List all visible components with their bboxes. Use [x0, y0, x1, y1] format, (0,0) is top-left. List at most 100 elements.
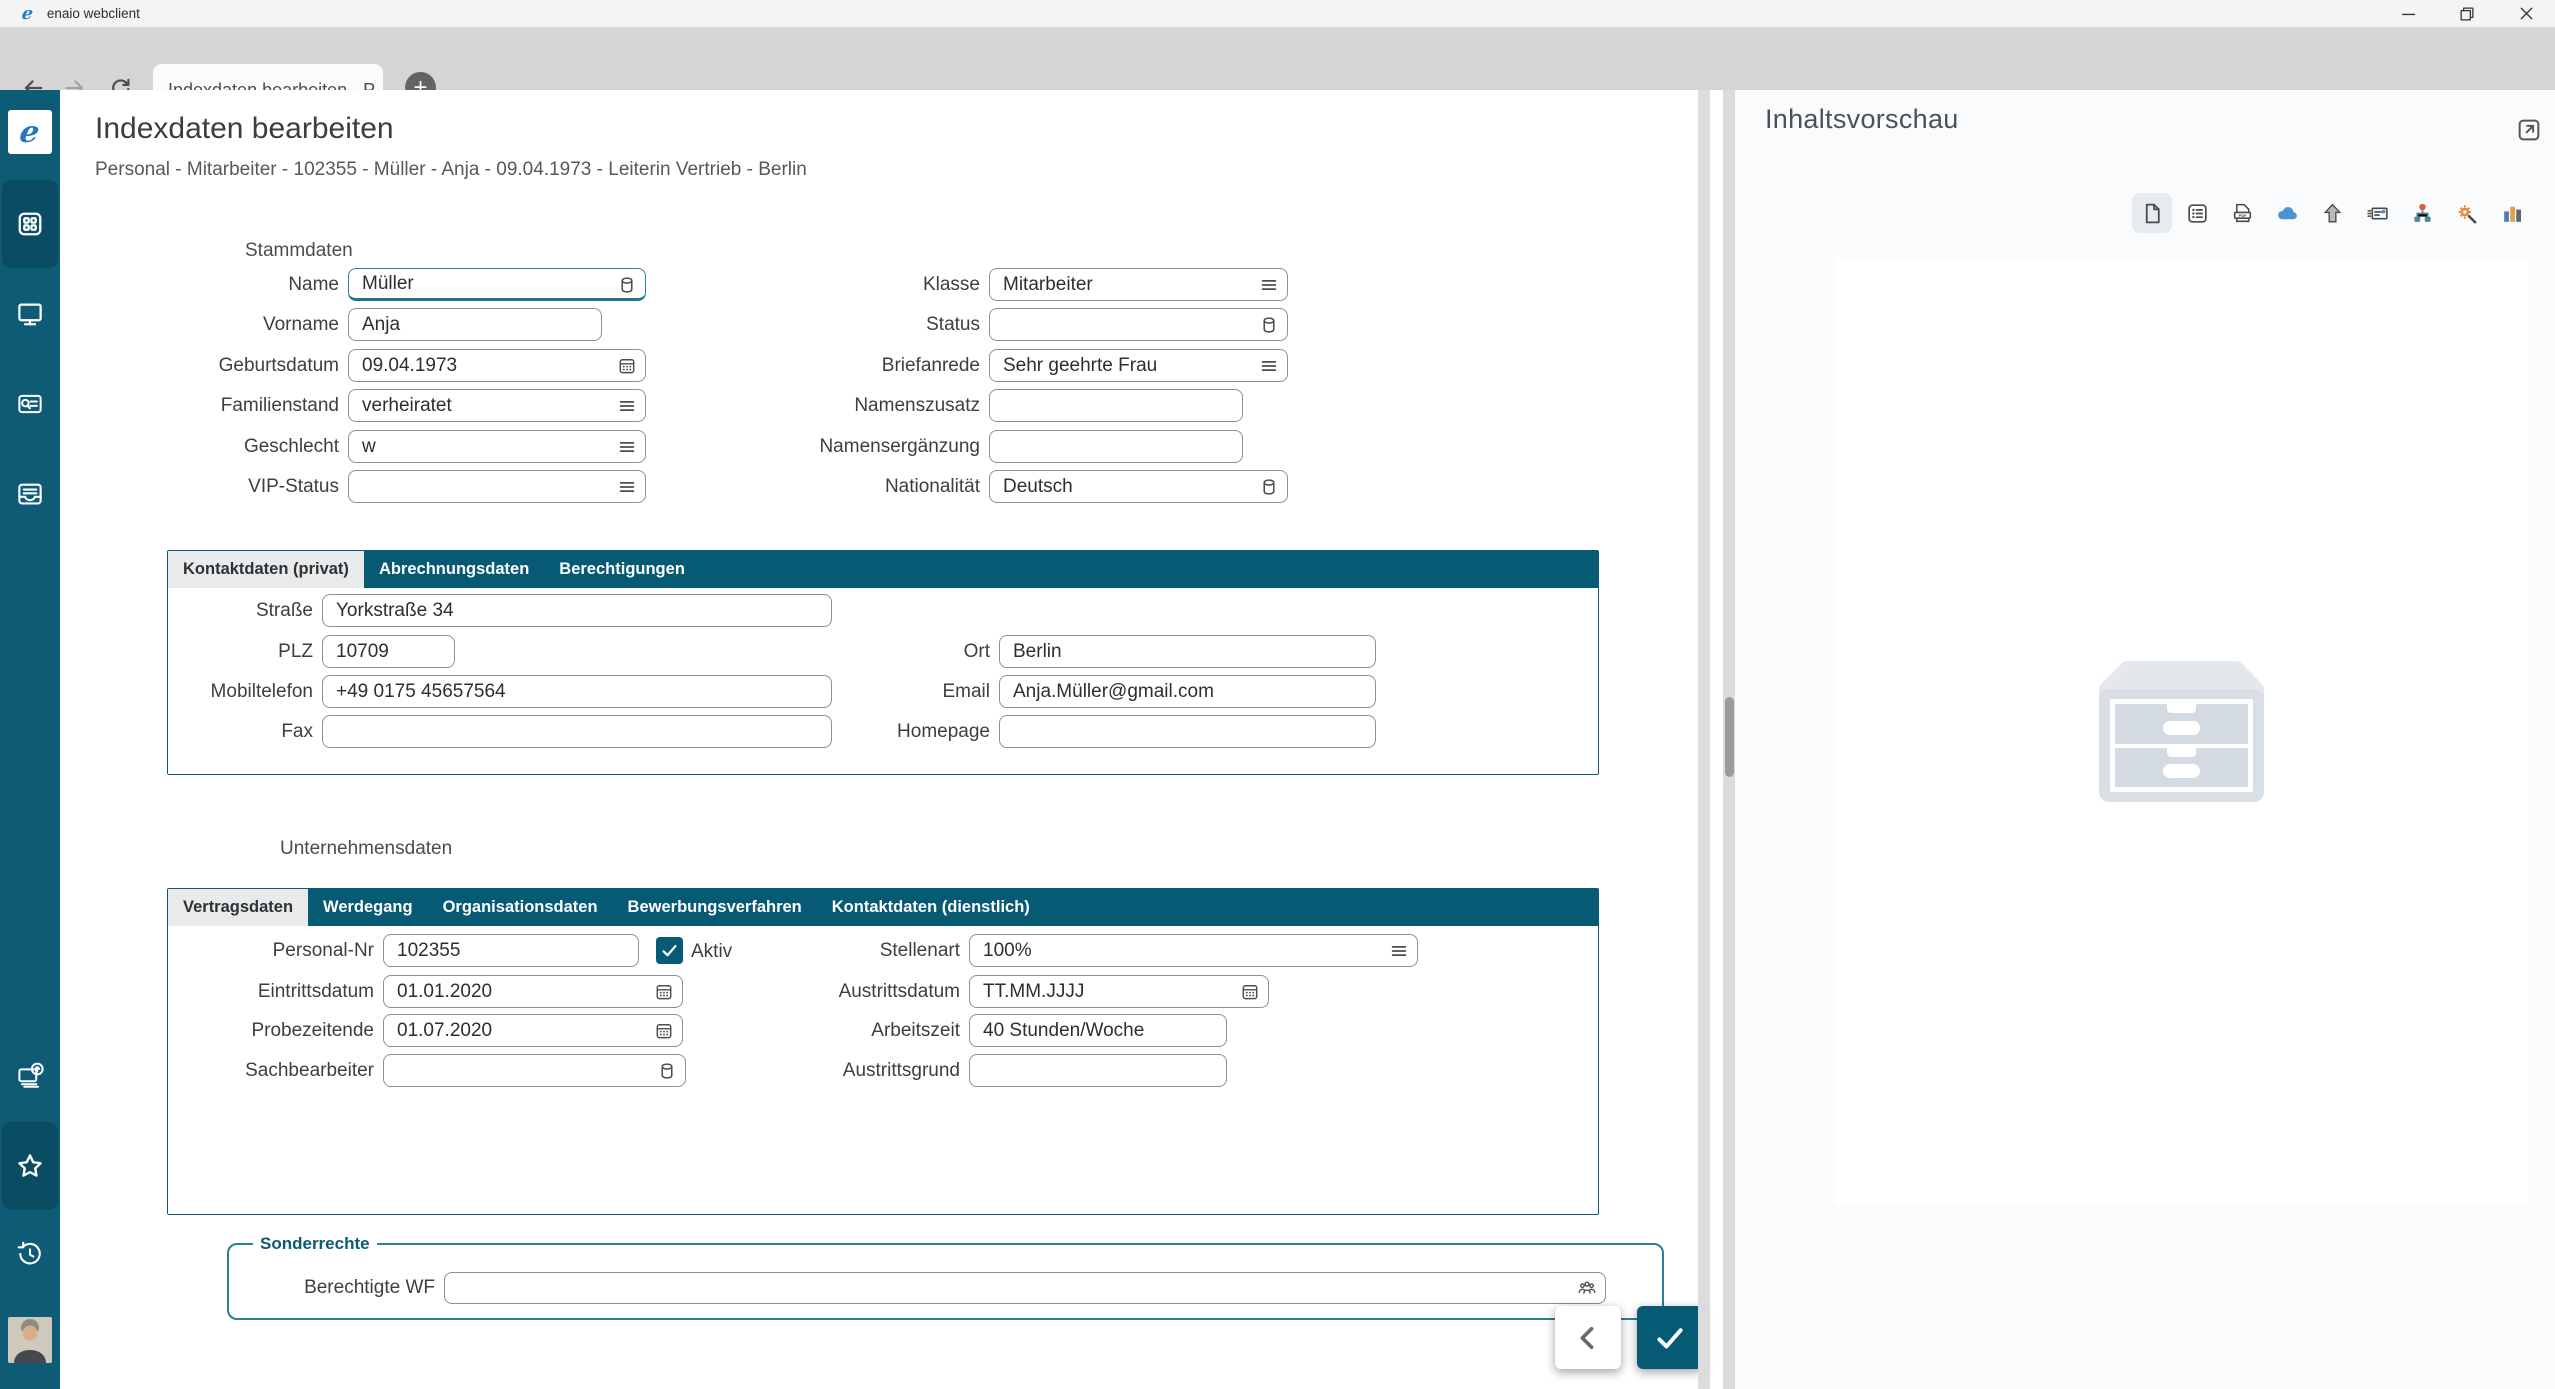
window-titlebar: e enaio webclient: [0, 0, 2555, 27]
vorname-label: Vorname: [89, 314, 348, 336]
berechtigte-wf-field[interactable]: [444, 1272, 1606, 1304]
calendar-icon[interactable]: [616, 355, 638, 377]
familienstand-field[interactable]: [348, 389, 646, 422]
restore-button[interactable]: [2452, 2, 2482, 25]
enaio-logo-tile[interactable]: e: [8, 110, 52, 154]
panel-splitter[interactable]: [1698, 90, 1710, 1389]
sidebar-item-inbox[interactable]: [2, 450, 58, 538]
preview-pdf-icon[interactable]: [2222, 193, 2262, 233]
database-lookup-icon[interactable]: [1258, 476, 1280, 498]
content-preview-panel: Inhaltsvorschau: [1735, 90, 2555, 1389]
mobiltelefon-field[interactable]: [322, 675, 832, 708]
geburtsdatum-field[interactable]: [348, 349, 646, 382]
popout-icon[interactable]: [2515, 116, 2543, 144]
list-picker-icon[interactable]: [1258, 274, 1280, 296]
ort-label: Ort: [850, 641, 999, 663]
tab-abrechnungsdaten[interactable]: Abrechnungsdaten: [364, 551, 544, 588]
page-subtitle: Personal - Mitarbeiter - 102355 - Müller…: [95, 159, 807, 181]
list-picker-icon[interactable]: [616, 395, 638, 417]
eintrittsdatum-field[interactable]: [383, 975, 683, 1008]
file-cabinet-placeholder-icon: [2089, 659, 2274, 804]
scrollbar-thumb[interactable]: [1725, 697, 1734, 777]
preview-document-icon[interactable]: [2132, 193, 2172, 233]
database-lookup-icon[interactable]: [656, 1060, 678, 1082]
calendar-icon[interactable]: [653, 981, 675, 1003]
list-picker-icon[interactable]: [616, 476, 638, 498]
back-step-button[interactable]: [1555, 1306, 1621, 1369]
sidebar-item-search[interactable]: [2, 360, 58, 448]
sonderrechte-fieldset: Sonderrechte Berechtigte WF: [227, 1243, 1664, 1320]
sachbearbeiter-field[interactable]: [383, 1054, 686, 1087]
scrollbar-track[interactable]: [1723, 90, 1735, 1389]
calendar-icon[interactable]: [653, 1020, 675, 1042]
plz-field[interactable]: [322, 635, 455, 668]
sachbearbeiter-label: Sachbearbeiter: [174, 1060, 383, 1082]
preview-orgchart-icon[interactable]: [2402, 193, 2442, 233]
status-label: Status: [730, 314, 989, 336]
arbeitszeit-field[interactable]: [969, 1014, 1227, 1047]
briefanrede-label: Briefanrede: [730, 355, 989, 377]
unternehmensdaten-heading: Unternehmensdaten: [280, 838, 452, 860]
klasse-field[interactable]: [989, 268, 1288, 301]
tab-berechtigungen[interactable]: Berechtigungen: [544, 551, 700, 588]
namensergaenzung-label: Namensergänzung: [730, 436, 989, 458]
enaio-logo-icon: e: [20, 4, 34, 24]
close-button[interactable]: [2511, 2, 2541, 25]
preview-cloud-icon[interactable]: [2267, 193, 2307, 233]
austrittsdatum-field[interactable]: [969, 975, 1269, 1008]
user-avatar[interactable]: [8, 1317, 52, 1363]
sidebar-item-history[interactable]: [2, 1210, 58, 1298]
name-label: Name: [89, 274, 348, 296]
preview-upload-arrow-icon[interactable]: [2312, 193, 2352, 233]
vorname-field[interactable]: [348, 308, 602, 341]
list-picker-icon[interactable]: [1258, 355, 1280, 377]
preview-barchart-icon[interactable]: [2492, 193, 2532, 233]
austrittsgrund-field[interactable]: [969, 1054, 1227, 1087]
aktiv-checkbox[interactable]: [656, 937, 683, 964]
vip-status-field[interactable]: [348, 470, 646, 503]
personal-nr-field[interactable]: [383, 934, 639, 967]
calendar-icon[interactable]: [1239, 981, 1261, 1003]
ort-field[interactable]: [999, 635, 1376, 668]
homepage-field[interactable]: [999, 715, 1376, 748]
unternehmensdaten-tabbar: Vertragsdaten Werdegang Organisationsdat…: [168, 889, 1598, 926]
nationalitaet-field[interactable]: [989, 470, 1288, 503]
vip-status-label: VIP-Status: [89, 476, 348, 498]
stellenart-field[interactable]: [969, 934, 1418, 967]
enaio-logo-icon: e: [17, 115, 42, 150]
vertragsdaten-groupbox: Vertragsdaten Werdegang Organisationsdat…: [167, 888, 1599, 1215]
email-field[interactable]: [999, 675, 1376, 708]
status-field[interactable]: [989, 308, 1288, 341]
tab-kontaktdaten-privat[interactable]: Kontaktdaten (privat): [168, 551, 364, 588]
list-picker-icon[interactable]: [1388, 940, 1410, 962]
tab-werdegang[interactable]: Werdegang: [308, 889, 428, 926]
sidebar-item-favorites[interactable]: [2, 1122, 58, 1210]
database-lookup-icon[interactable]: [616, 274, 638, 296]
save-confirm-button[interactable]: [1637, 1306, 1703, 1369]
people-picker-icon[interactable]: [1576, 1277, 1598, 1299]
sidebar-item-upload[interactable]: [2, 1031, 58, 1119]
preview-email-icon[interactable]: [2357, 193, 2397, 233]
plz-label: PLZ: [173, 641, 322, 663]
probezeitende-field[interactable]: [383, 1014, 683, 1047]
namensergaenzung-field[interactable]: [989, 430, 1243, 463]
geschlecht-field[interactable]: [348, 430, 646, 463]
list-picker-icon[interactable]: [616, 436, 638, 458]
tab-kontaktdaten-dienstlich[interactable]: Kontaktdaten (dienstlich): [817, 889, 1045, 926]
sidebar: e: [0, 90, 60, 1389]
briefanrede-field[interactable]: [989, 349, 1288, 382]
preview-details-icon[interactable]: [2177, 193, 2217, 233]
database-lookup-icon[interactable]: [1258, 314, 1280, 336]
sidebar-item-desktop[interactable]: [2, 270, 58, 358]
tab-organisationsdaten[interactable]: Organisationsdaten: [428, 889, 613, 926]
strasse-field[interactable]: [322, 594, 832, 627]
tab-vertragsdaten[interactable]: Vertragsdaten: [168, 889, 308, 926]
minimize-button[interactable]: [2394, 2, 2424, 25]
namenszusatz-field[interactable]: [989, 389, 1243, 422]
tab-bewerbungsverfahren[interactable]: Bewerbungsverfahren: [613, 889, 817, 926]
fax-field[interactable]: [322, 715, 832, 748]
application-window: e enaio webclient Indexdaten bearbeiten …: [0, 0, 2555, 1389]
sidebar-item-objectsearch[interactable]: [2, 180, 58, 268]
name-field[interactable]: [348, 268, 646, 301]
preview-gear-wand-icon[interactable]: [2447, 193, 2487, 233]
